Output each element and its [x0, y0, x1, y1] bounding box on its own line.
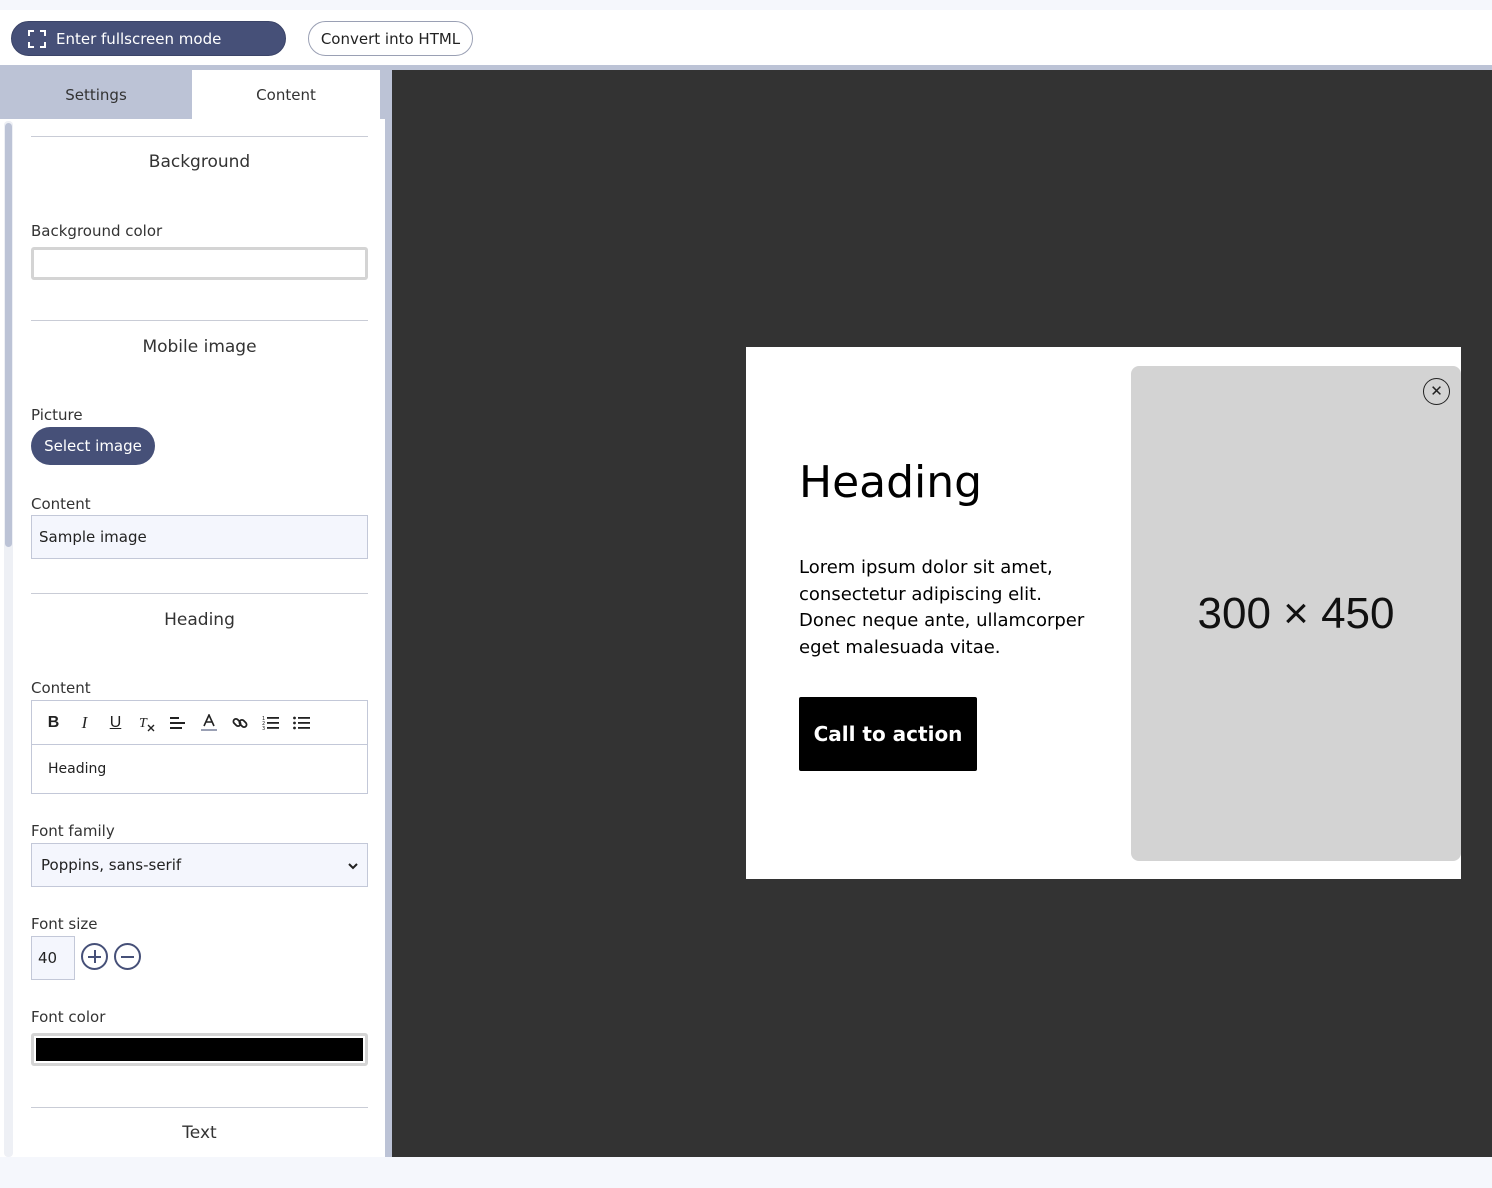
clear-format-icon[interactable]: T — [135, 711, 158, 734]
font-size-input[interactable]: 40 — [31, 936, 75, 980]
increase-font-size-button[interactable] — [81, 943, 108, 970]
tab-content[interactable]: Content — [192, 70, 380, 119]
svg-text:T: T — [139, 716, 148, 731]
font-family-select[interactable]: Poppins, sans-serif — [31, 843, 368, 887]
picture-label: Picture — [31, 406, 83, 424]
editor-text[interactable]: Heading — [48, 761, 106, 777]
popup-image-placeholder[interactable]: 300 × 450 — [1131, 366, 1461, 861]
font-size-label: Font size — [31, 915, 98, 933]
section-divider — [31, 320, 368, 321]
background-color-label: Background color — [31, 222, 163, 240]
bullet-list-icon[interactable] — [290, 711, 313, 734]
tab-settings[interactable]: Settings — [0, 70, 192, 119]
popup-body-text[interactable]: Lorem ipsum dolor sit amet, consectetur … — [799, 555, 1099, 661]
decrease-font-size-button[interactable] — [114, 943, 141, 970]
popup-heading[interactable]: Heading — [799, 457, 982, 508]
svg-text:3: 3 — [262, 726, 265, 731]
content-panel: Background Background color Mobile image… — [0, 119, 385, 1157]
image-content-input[interactable]: Sample image — [31, 515, 368, 559]
font-color-icon[interactable] — [197, 711, 220, 734]
image-placeholder-label: 300 × 450 — [1197, 588, 1395, 638]
fullscreen-button-label: Enter fullscreen mode — [56, 29, 222, 48]
underline-icon[interactable]: U — [104, 711, 127, 734]
image-content-label: Content — [31, 495, 91, 513]
section-divider — [31, 136, 368, 137]
section-title-mobile-image: Mobile image — [142, 337, 257, 357]
sidebar: Settings Content Background Background c… — [0, 70, 392, 1157]
fullscreen-icon — [28, 29, 46, 48]
font-color-label: Font color — [31, 1008, 106, 1026]
select-image-button[interactable]: Select image — [31, 427, 155, 465]
font-family-label: Font family — [31, 822, 115, 840]
ordered-list-icon[interactable]: 123 — [259, 711, 282, 734]
scrollbar-thumb[interactable] — [5, 123, 12, 547]
heading-rich-text-editor[interactable]: B I U T 123 Heading — [31, 700, 368, 794]
section-title-heading: Heading — [164, 610, 235, 630]
top-toolbar: Enter fullscreen mode Convert into HTML — [0, 10, 1492, 66]
link-icon[interactable] — [228, 711, 251, 734]
section-title-text: Text — [182, 1123, 217, 1143]
bottom-bar — [0, 1157, 1492, 1188]
fullscreen-button[interactable]: Enter fullscreen mode — [11, 21, 286, 56]
preview-canvas: Heading Lorem ipsum dolor sit amet, cons… — [392, 70, 1492, 1157]
align-icon[interactable] — [166, 711, 189, 734]
popup-preview: Heading Lorem ipsum dolor sit amet, cons… — [746, 347, 1461, 879]
bold-icon[interactable]: B — [42, 711, 65, 734]
heading-content-label: Content — [31, 679, 91, 697]
close-icon[interactable]: ✕ — [1423, 378, 1450, 405]
font-family-value: Poppins, sans-serif — [41, 856, 182, 874]
chevron-down-icon — [347, 858, 359, 876]
background-color-swatch — [36, 252, 363, 275]
section-title-background: Background — [148, 152, 251, 172]
call-to-action-button[interactable]: Call to action — [799, 697, 977, 771]
section-divider — [31, 1107, 368, 1108]
convert-html-button[interactable]: Convert into HTML — [308, 21, 473, 56]
background-color-input[interactable] — [31, 247, 368, 280]
section-divider — [31, 593, 368, 594]
italic-icon[interactable]: I — [73, 711, 96, 734]
editor-toolbar: B I U T 123 — [32, 701, 367, 745]
font-color-input[interactable] — [31, 1033, 368, 1066]
font-color-swatch — [36, 1038, 363, 1061]
